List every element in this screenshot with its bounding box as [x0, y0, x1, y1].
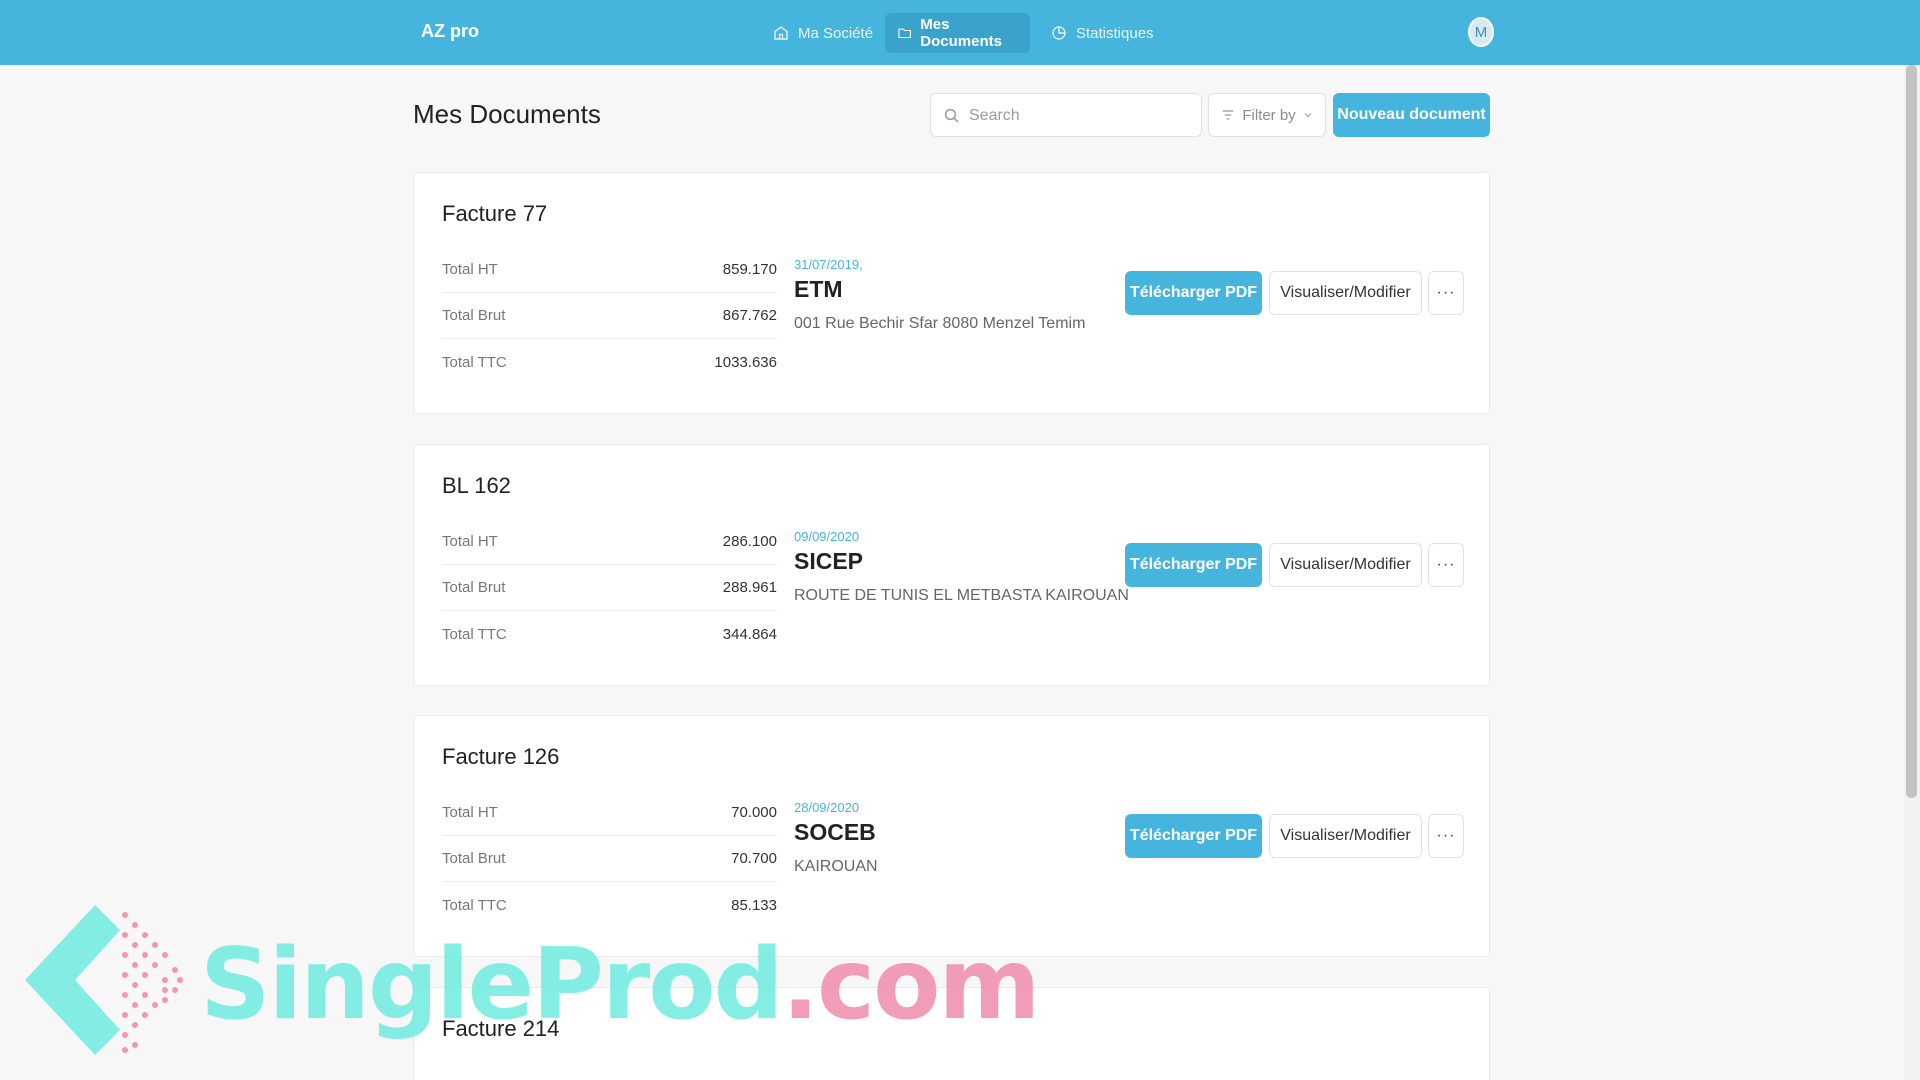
total-value: 1033.636 [714, 353, 777, 371]
client-name: ETM [794, 276, 843, 302]
view-edit-button[interactable]: Visualiser/Modifier [1269, 271, 1422, 315]
more-options-button[interactable]: ··· [1428, 543, 1464, 587]
total-row: Total TTC 1033.636 [442, 339, 777, 385]
total-label: Total Brut [442, 850, 506, 867]
view-edit-button[interactable]: Visualiser/Modifier [1269, 814, 1422, 858]
total-label: Total HT [442, 533, 498, 550]
document-card: BL 162 Total HT 286.100 Total Brut 288.961… [413, 444, 1490, 686]
document-date: 09/09/2020 [794, 529, 860, 544]
total-row: Total HT 859.170 [442, 247, 777, 293]
document-title: BL 162 [442, 473, 511, 498]
total-label: Total Brut [442, 579, 506, 596]
more-options-button[interactable]: ··· [1428, 271, 1464, 315]
totals-table: Total HT 859.170 Total Brut 867.762 Total … [442, 247, 777, 385]
new-document-button[interactable]: Nouveau document [1333, 93, 1490, 137]
download-pdf-button[interactable]: Télécharger PDF [1125, 814, 1262, 858]
user-avatar[interactable]: M [1468, 17, 1494, 47]
document-title: Facture 126 [442, 744, 560, 769]
total-row: Total HT 286.100 [442, 519, 777, 565]
client-address: KAIROUAN [794, 858, 878, 875]
pie-chart-icon [1052, 26, 1066, 40]
chevron-down-icon [1304, 113, 1312, 118]
total-value: 867.762 [722, 307, 777, 324]
nav-label: Ma Société [798, 24, 874, 42]
document-date: 28/09/2020 [794, 800, 860, 815]
total-value: 288.961 [722, 579, 777, 596]
nav-item-statistiques[interactable]: Statistiques [1038, 13, 1166, 53]
search-input[interactable] [969, 104, 1189, 128]
client-name: SICEP [794, 548, 864, 574]
total-label: Total TTC [442, 625, 507, 643]
total-value: 344.864 [722, 625, 777, 643]
total-value: 70.000 [731, 804, 777, 821]
watermark-text-part2: .com [781, 928, 1041, 1042]
total-row: Total Brut 288.961 [442, 565, 777, 611]
download-pdf-button[interactable]: Télécharger PDF [1125, 543, 1262, 587]
document-title: Facture 77 [442, 201, 548, 226]
document-date: 31/07/2019, [794, 257, 863, 272]
total-row: Total TTC 344.864 [442, 611, 777, 657]
more-options-button[interactable]: ··· [1428, 814, 1464, 858]
total-row: Total Brut 70.700 [442, 836, 777, 882]
logo-mark-icon [25, 905, 183, 1055]
search-box [930, 93, 1202, 137]
total-label: Total HT [442, 261, 498, 278]
client-address: 001 Rue Bechir Sfar 8080 Menzel Temim [794, 315, 1086, 332]
nav-item-ma-societe[interactable]: Ma Société [760, 13, 885, 53]
search-icon [944, 108, 959, 123]
client-address: ROUTE DE TUNIS EL METBASTA KAIROUAN [794, 587, 1129, 604]
total-label: Total HT [442, 804, 498, 821]
client-name: SOCEB [794, 819, 876, 845]
total-row: Total HT 70.000 [442, 790, 777, 836]
page-title: Mes Documents [413, 99, 601, 129]
total-value: 70.700 [731, 850, 777, 867]
filter-icon [1222, 110, 1234, 120]
nav-item-mes-documents[interactable]: Mes Documents [885, 13, 1030, 53]
totals-table: Total HT 286.100 Total Brut 288.961 Total … [442, 519, 777, 657]
scrollbar-thumb[interactable] [1906, 65, 1917, 798]
watermark-logo: SingleProd.com [20, 900, 1041, 1060]
app-brand[interactable]: AZ pro [421, 21, 479, 42]
folder-icon [898, 28, 911, 38]
total-value: 286.100 [722, 533, 777, 550]
download-pdf-button[interactable]: Télécharger PDF [1125, 271, 1262, 315]
filter-dropdown[interactable]: Filter by [1208, 93, 1326, 137]
watermark-text: SingleProd.com [200, 928, 1041, 1042]
total-row: Total Brut 867.762 [442, 293, 777, 339]
total-label: Total Brut [442, 307, 506, 324]
home-icon [774, 26, 788, 40]
document-card: Facture 77 Total HT 859.170 Total Brut 867… [413, 172, 1490, 414]
total-label: Total TTC [442, 353, 507, 371]
filter-label: Filter by [1242, 106, 1296, 124]
watermark-text-part1: SingleProd [200, 928, 784, 1042]
nav-label: Statistiques [1076, 24, 1154, 42]
nav-label: Mes Documents [920, 16, 1002, 50]
total-value: 859.170 [722, 261, 777, 278]
view-edit-button[interactable]: Visualiser/Modifier [1269, 543, 1422, 587]
top-navbar: AZ pro Ma Société Mes Documents Statisti… [0, 0, 1920, 65]
